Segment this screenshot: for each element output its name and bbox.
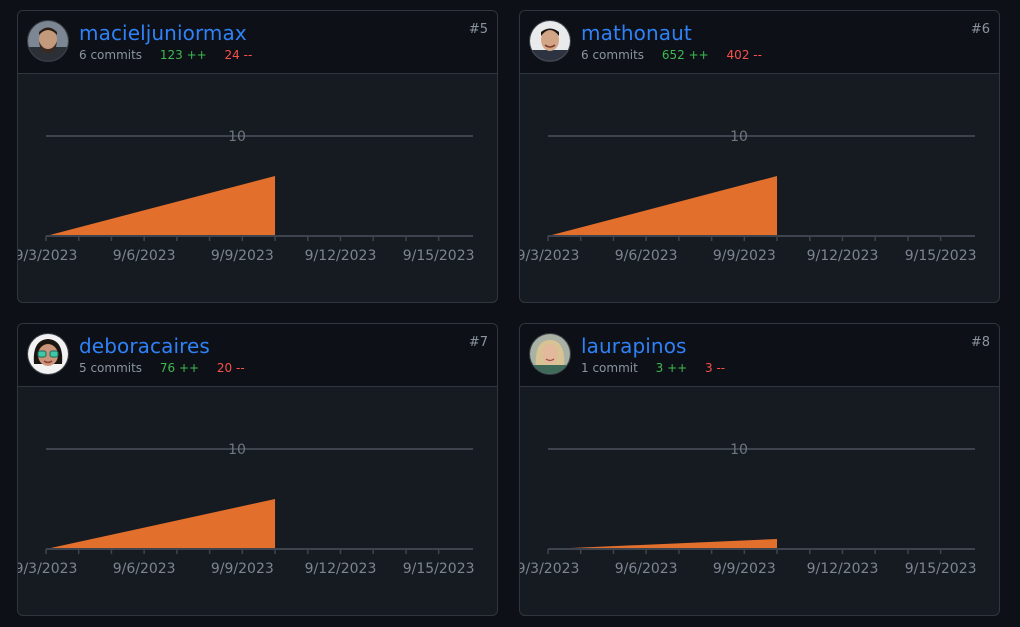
x-tick-label: 9/3/2023 [520, 561, 579, 577]
x-tick-label: 9/6/2023 [615, 561, 678, 577]
contribution-chart: 10 9/3/2023 9/6/2023 9/9/2023 9/12/2023 9/15/… [520, 442, 977, 577]
woman-glasses-avatar-icon [28, 334, 68, 374]
commit-stats: 5 commits 76 ++ 20 -- [79, 361, 245, 375]
x-tick-label: 9/12/2023 [807, 561, 879, 577]
rank-label: #7 [468, 335, 488, 350]
commit-stats: 1 commit 3 ++ 3 -- [581, 361, 725, 375]
contribution-chart: 10 9/3/2023 9/6/2023 9/9/2023 9/12/2023 9/15/… [18, 129, 475, 264]
x-tick-label: 9/9/2023 [211, 561, 274, 577]
y-tick-label: 10 [730, 129, 748, 145]
avatar[interactable] [529, 20, 571, 62]
x-tick-label: 9/12/2023 [305, 561, 377, 577]
x-tick-label: 9/12/2023 [807, 248, 879, 264]
x-tick-label: 9/9/2023 [713, 561, 776, 577]
card-header: mathonaut 6 commits 652 ++ 402 -- #6 [520, 11, 999, 74]
x-tick-label: 9/6/2023 [615, 248, 678, 264]
additions-count: 76 ++ [159, 361, 200, 375]
x-tick-label: 9/6/2023 [113, 561, 176, 577]
commit-count: 6 commits [79, 48, 143, 62]
commit-count: 6 commits [581, 48, 645, 62]
deletions-count: 24 -- [224, 48, 253, 62]
contributor-card: laurapinos 1 commit 3 ++ 3 -- #8 10 9/3/2… [519, 323, 1000, 616]
x-tick-label: 9/15/2023 [905, 248, 977, 264]
contributor-card: deboracaires 5 commits 76 ++ 20 -- #7 10… [17, 323, 498, 616]
additions-count: 123 ++ [159, 48, 207, 62]
avatar[interactable] [529, 333, 571, 375]
x-tick-label: 9/15/2023 [905, 561, 977, 577]
x-tick-label: 9/15/2023 [403, 561, 475, 577]
contribution-chart: 10 9/3/2023 9/6/2023 9/9/2023 9/12/2023 9/15/… [520, 129, 977, 264]
blonde-woman-avatar-icon [530, 334, 570, 374]
commit-count: 1 commit [581, 361, 638, 375]
additions-count: 652 ++ [661, 48, 709, 62]
bearded-man-avatar-icon [28, 21, 68, 61]
x-tick-label: 9/3/2023 [520, 248, 579, 264]
additions-count: 3 ++ [655, 361, 688, 375]
x-tick-label: 9/6/2023 [113, 248, 176, 264]
y-tick-label: 10 [228, 442, 246, 458]
x-tick-label: 9/3/2023 [18, 561, 77, 577]
deletions-count: 20 -- [216, 361, 245, 375]
rank-label: #6 [970, 22, 990, 37]
card-header: laurapinos 1 commit 3 ++ 3 -- #8 [520, 324, 999, 387]
contributor-card: macieljuniormax 6 commits 123 ++ 24 -- #… [17, 10, 498, 303]
username-link[interactable]: mathonaut [581, 21, 692, 45]
username-link[interactable]: laurapinos [581, 334, 687, 358]
x-tick-label: 9/3/2023 [18, 248, 77, 264]
avatar[interactable] [27, 20, 69, 62]
deletions-count: 3 -- [705, 361, 726, 375]
area-series [46, 176, 276, 236]
card-header: macieljuniormax 6 commits 123 ++ 24 -- #… [18, 11, 497, 74]
area-series [548, 176, 778, 236]
username-link[interactable]: deboracaires [79, 334, 210, 358]
commit-stats: 6 commits 123 ++ 24 -- [79, 48, 252, 62]
avatar[interactable] [27, 333, 69, 375]
deletions-count: 402 -- [726, 48, 762, 62]
rank-label: #5 [468, 22, 488, 37]
card-header: deboracaires 5 commits 76 ++ 20 -- #7 [18, 324, 497, 387]
x-tick-label: 9/9/2023 [211, 248, 274, 264]
x-tick-label: 9/15/2023 [403, 248, 475, 264]
area-series [548, 539, 778, 549]
x-tick-label: 9/9/2023 [713, 248, 776, 264]
area-series [46, 499, 276, 549]
username-link[interactable]: macieljuniormax [79, 21, 247, 45]
commit-count: 5 commits [79, 361, 143, 375]
y-tick-label: 10 [228, 129, 246, 145]
x-tick-label: 9/12/2023 [305, 248, 377, 264]
contribution-chart: 10 9/3/2023 9/6/2023 9/9/2023 9/12/2023 9/15/… [18, 442, 475, 577]
rank-label: #8 [970, 335, 990, 350]
contributor-card: mathonaut 6 commits 652 ++ 402 -- #6 10 9… [519, 10, 1000, 303]
smiling-man-avatar-icon [530, 21, 570, 61]
commit-stats: 6 commits 652 ++ 402 -- [581, 48, 762, 62]
y-tick-label: 10 [730, 442, 748, 458]
